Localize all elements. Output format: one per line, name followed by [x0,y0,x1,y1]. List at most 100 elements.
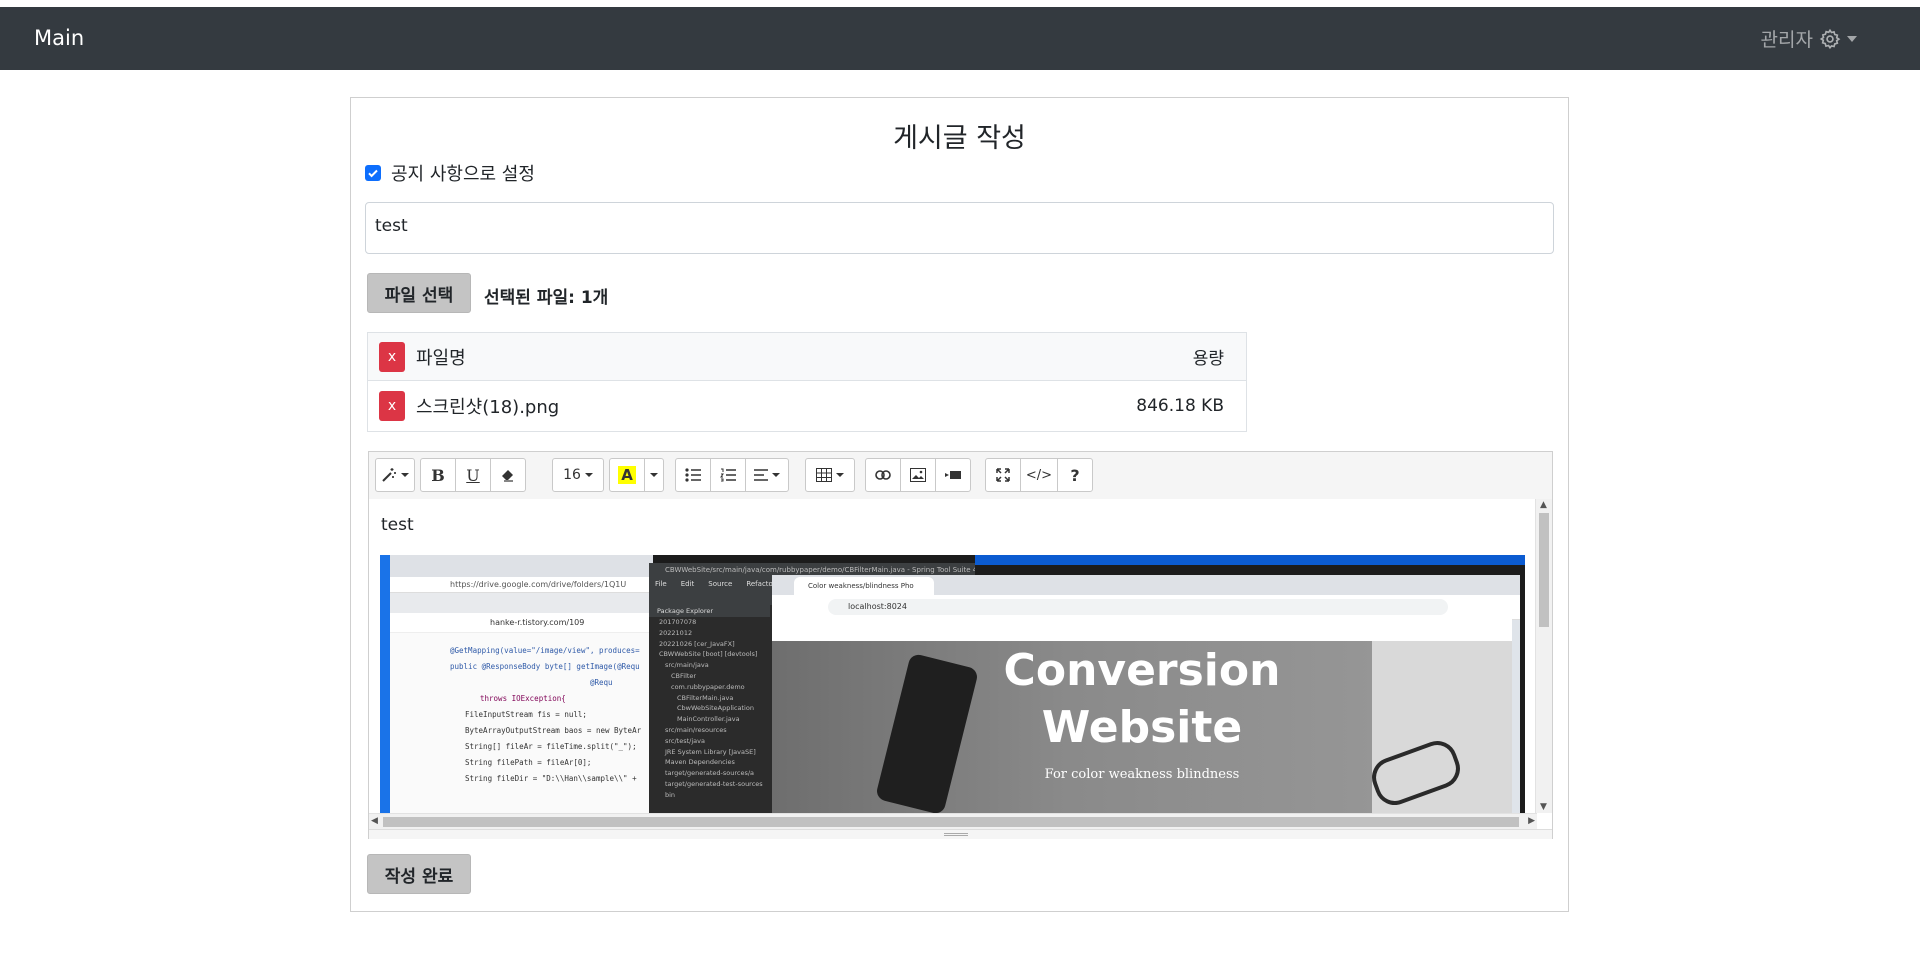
scroll-down-icon[interactable]: ▼ [1540,802,1547,812]
pe-item: 20221026 [cer_JavaFX] [659,639,735,648]
style-group [375,458,415,492]
hero-title-line2: Website [1041,702,1243,753]
title-input[interactable]: test [365,202,1554,254]
code-line: String filePath = fileAr[0]; [465,758,592,767]
pe-item: CbwWebSiteApplication [677,704,754,713]
chevron-down-icon [401,473,409,477]
video-icon [945,471,961,479]
pe-item: MainController.java [677,715,740,724]
insert-video-button[interactable] [935,458,971,492]
editor-content[interactable]: test https://drive.google.com/drive/fold… [369,499,1537,813]
font-size-dropdown[interactable]: 16 [552,458,604,492]
chevron-down-icon [584,473,593,477]
underline-button[interactable]: U [455,458,491,492]
rich-text-editor: B U 16 A </> ? test https://drive.google… [368,451,1553,839]
check-icon [368,169,378,178]
notice-checkbox-row[interactable]: 공지 사항으로 설정 [365,160,535,186]
pe-list: 201707078 20221012 20221026 [cer_JavaFX] CB… [649,617,770,801]
screenshot-blue-edge [380,555,390,813]
magic-wand-icon [382,468,396,482]
pe-item: src/test/java [665,736,705,745]
post-form-card: 게시글 작성 공지 사항으로 설정 test 파일 선택 선택된 파일: 1개 … [350,97,1569,912]
bold-button[interactable]: B [420,458,456,492]
remove-file-button[interactable]: x [379,391,405,421]
pe-item: bin [665,790,676,799]
selected-files-text: 선택된 파일: 1개 [484,288,609,308]
fullscreen-button[interactable] [985,458,1021,492]
ordered-list-icon [720,468,736,482]
file-table: x 파일명 용량 x 스크린샷(18).png 846.18 KB [367,332,1247,432]
pe-item: com.rubbypaper.demo [671,682,745,691]
editor-vertical-scrollbar[interactable]: ▲ ▼ [1535,499,1552,813]
editor-horizontal-scrollbar[interactable]: ◀ ▶ [369,813,1537,829]
scroll-right-icon[interactable]: ▶ [1528,816,1535,826]
file-select-button[interactable]: 파일 선택 [367,273,471,313]
color-group: A [609,458,664,492]
sts-menu-source: Source [708,580,733,588]
file-size: 846.18 KB [1136,396,1224,416]
font-color-dropdown[interactable] [644,458,664,492]
screenshot-blog-url: hanke-r.tistory.com/109 [390,613,653,633]
scroll-left-icon[interactable]: ◀ [371,816,378,826]
unordered-list-button[interactable] [675,458,711,492]
hero-subtitle: For color weakness blindness [1044,767,1240,782]
notice-checkbox-label: 공지 사항으로 설정 [391,164,535,185]
clear-format-button[interactable] [490,458,526,492]
ordered-list-button[interactable] [710,458,746,492]
sts-menu-file: File [655,580,667,588]
code-line: ByteArrayOutputStream baos = new ByteAr [465,726,642,735]
website-urlbar: localhost:8024 [772,595,1520,620]
website-hero: Photo Conversion Website For color weakn… [772,619,1512,813]
align-icon [754,469,768,481]
grip-icon [944,833,968,836]
pe-title: Package Explorer [649,605,770,617]
admin-label: 관리자 [1760,29,1813,51]
style-button[interactable] [375,458,415,492]
website-tab: Color weakness/blindness Pho [794,577,934,595]
editor-toolbar: B U 16 A </> ? [369,452,1552,500]
code-line: @Requ [590,678,613,687]
pe-item: Maven Dependencies [665,758,735,767]
notice-checkbox[interactable] [365,165,381,181]
code-line: throws IOException{ [480,694,566,703]
chevron-down-icon [836,473,844,477]
submit-button[interactable]: 작성 완료 [367,854,471,894]
insert-image-button[interactable] [900,458,936,492]
hero-title-top: Photo [1076,619,1208,643]
eraser-icon [502,470,513,482]
code-view-button[interactable]: </> [1020,458,1058,492]
embedded-screenshot-image[interactable]: https://drive.google.com/drive/folders/1… [380,555,1525,813]
scroll-up-icon[interactable]: ▲ [1540,500,1547,510]
top-strip [0,0,1920,7]
unordered-list-icon [685,468,701,482]
code-line: public @ResponseBody byte[] getImage(@Re… [450,662,640,671]
pe-item: target/generated-sources/a [665,769,755,778]
view-group: </> ? [985,458,1093,492]
remove-all-files-button[interactable]: x [379,341,405,372]
editor-body-text: test [381,515,414,535]
pe-item: JRE System Library [JavaSE] [665,747,756,756]
navbar-brand[interactable]: Main [34,26,84,50]
horizontal-scroll-thumb[interactable] [383,817,1519,827]
screenshot-tabbar [390,555,653,577]
navbar: Main 관리자 [0,7,1920,70]
help-button[interactable]: ? [1057,458,1093,492]
vertical-scroll-thumb[interactable] [1539,513,1549,627]
file-table-header: x 파일명 용량 [368,333,1246,381]
paragraph-align-dropdown[interactable] [745,458,789,492]
admin-menu[interactable]: 관리자 [1761,25,1857,52]
chevron-down-icon [650,473,658,477]
fullscreen-icon [996,468,1010,482]
font-size-group: 16 [552,458,604,492]
font-color-button[interactable]: A [609,458,645,492]
paragraph-group [675,458,789,492]
sts-menu-edit: Edit [680,580,695,588]
screenshot-urlbar: https://drive.google.com/drive/folders/1… [390,577,653,593]
image-icon [910,468,926,482]
editor-resize-handle[interactable] [369,829,1552,839]
pe-item: src/main/resources [665,725,727,734]
font-style-group: B U [420,458,526,492]
table-dropdown[interactable] [805,458,855,492]
font-size-value: 16 [563,467,581,483]
insert-link-button[interactable] [865,458,901,492]
